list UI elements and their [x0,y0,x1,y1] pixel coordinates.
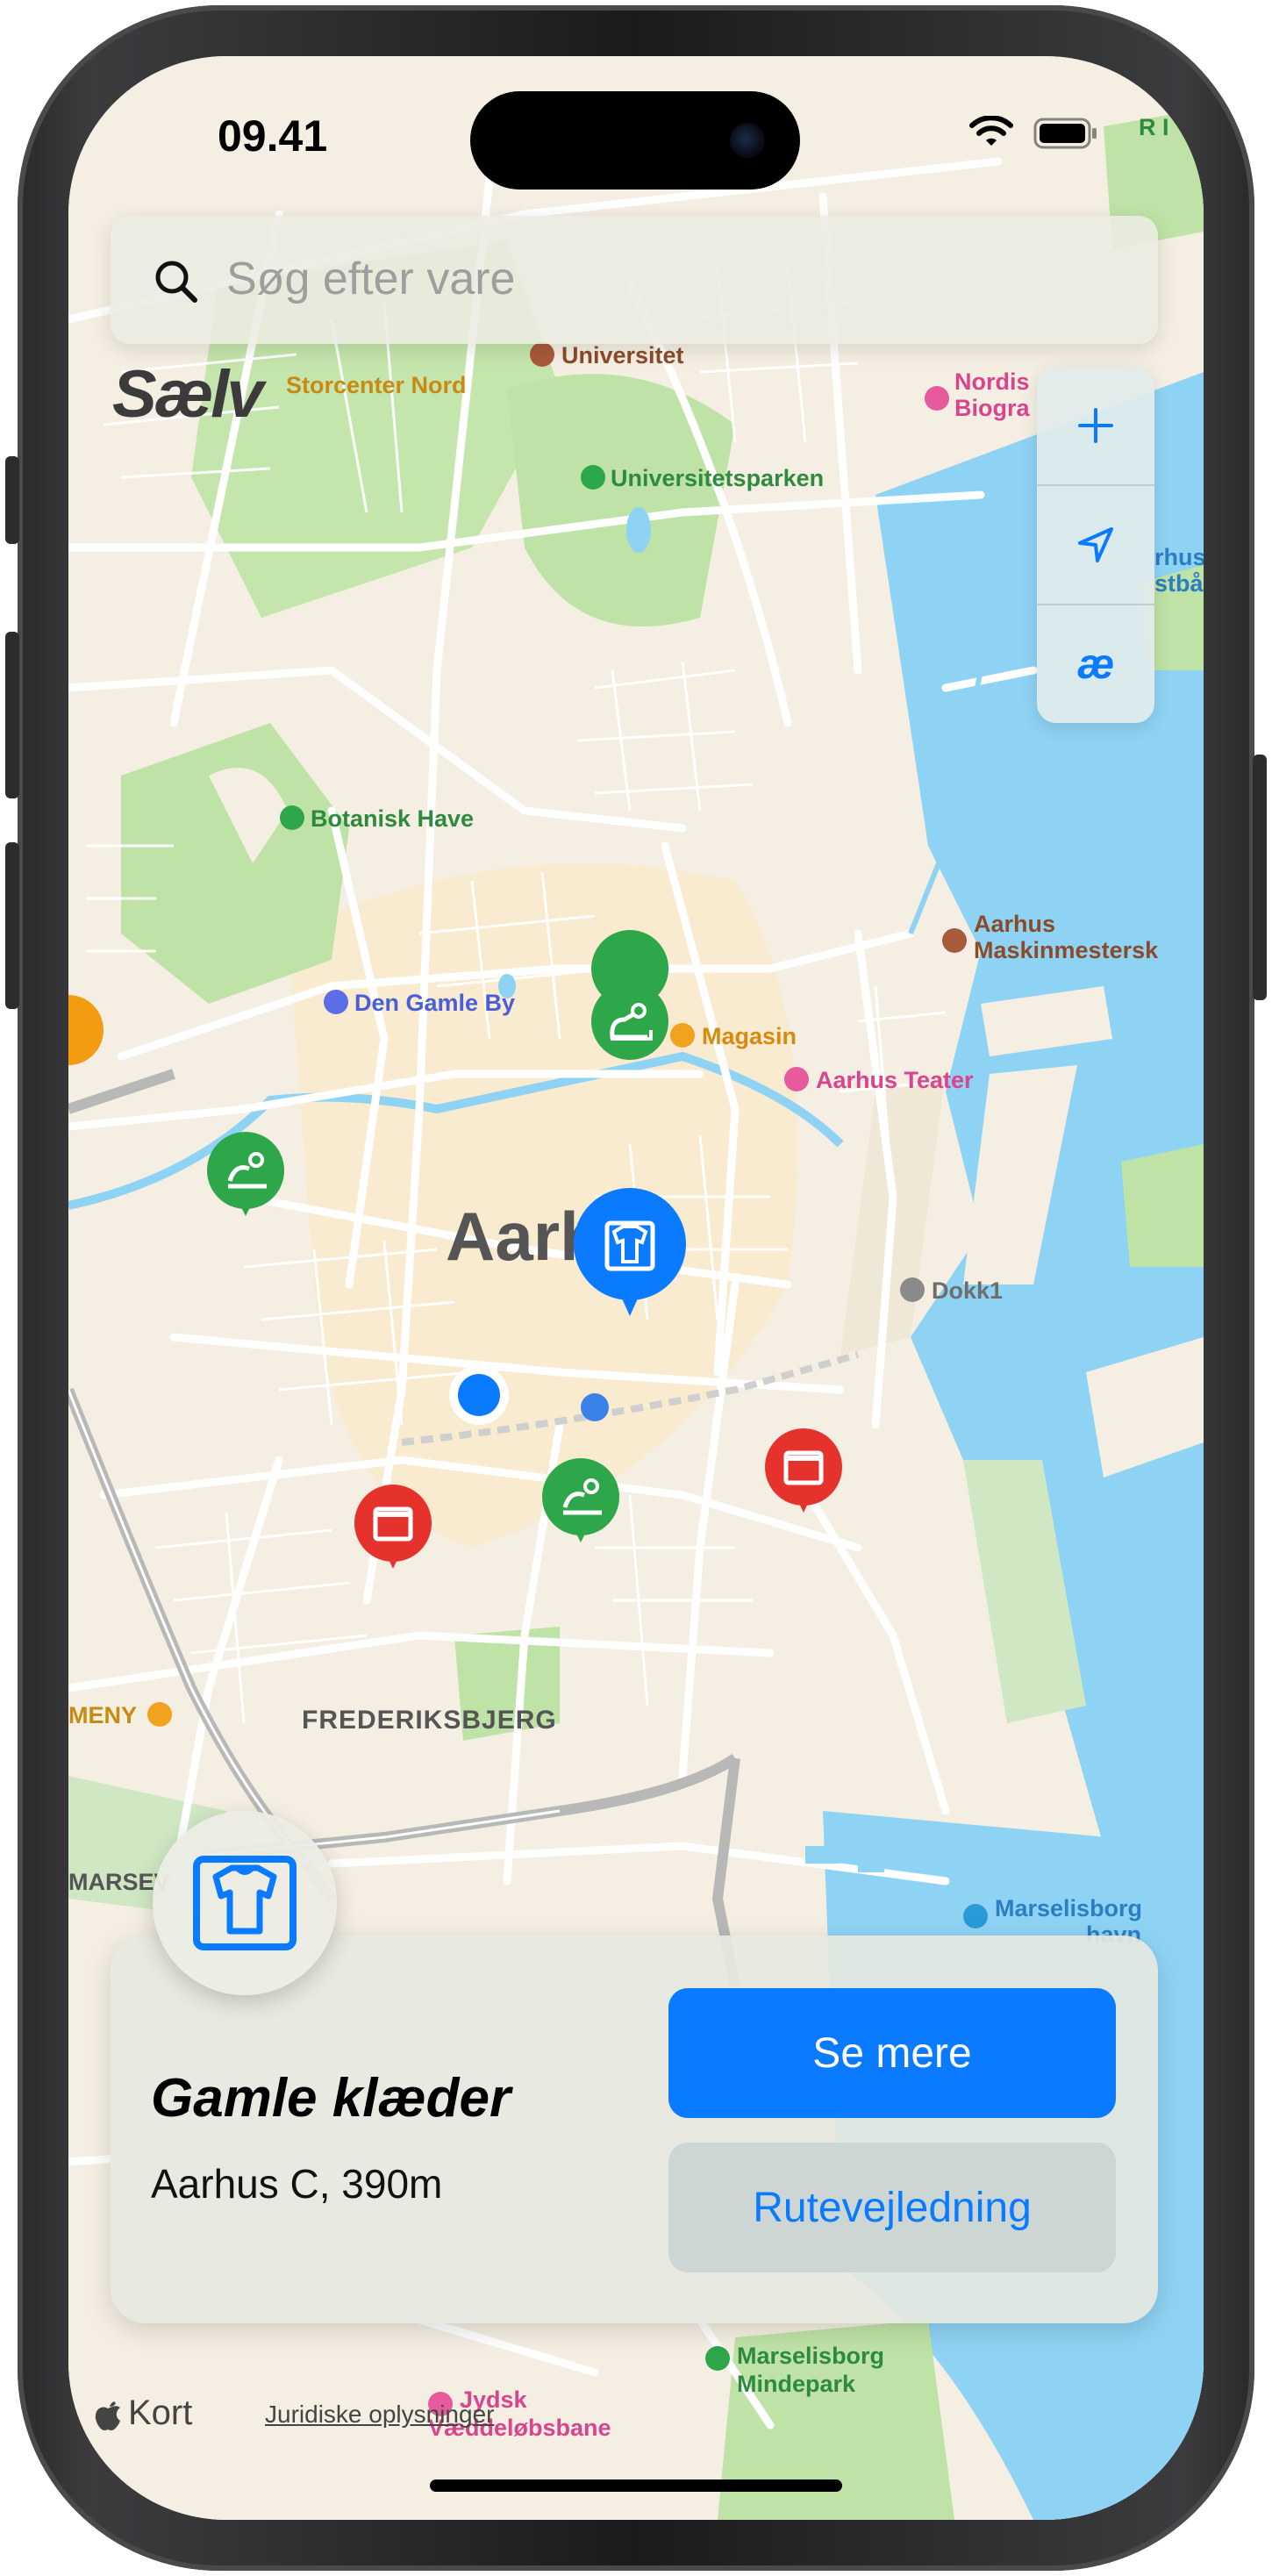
dynamic-island [470,91,800,190]
status-icons [968,116,1098,151]
search-input[interactable] [225,247,1105,311]
place-label-storcenter: Storcenter Nord [286,372,467,398]
item-location-distance: Aarhus C, 390m [151,2161,443,2207]
item-card[interactable]: Gamle klæder Aarhus C, 390m Se mere Rute… [111,1936,1158,2323]
place-label-aarhus-cut-2: stbå [1154,570,1204,597]
place-label-mindepark-2: Mindepark [737,2371,856,2397]
place-label-maskin-2: Maskinmestersk [974,937,1159,963]
status-time: 09.41 [218,111,328,161]
side-button-volume-up [5,632,19,798]
screen: Universitet Storcenter Nord Nordis Biogr… [68,56,1204,2520]
side-button-power [1253,755,1267,1000]
map-controls: æ [1037,367,1154,723]
brand-mode-label: æ [1076,640,1115,688]
place-label-universitetsparken: Universitetsparken [611,465,824,491]
place-label-universitet: Universitet [561,342,684,369]
item-title: Gamle klæder [151,2068,511,2129]
legal-info-link[interactable]: Juridiske oplysninger [265,2401,494,2429]
place-label-nordisk-1: Nordis [954,369,1030,395]
map-attribution: Kort Juridiske oplysninger [93,2394,494,2433]
home-indicator[interactable] [430,2479,842,2492]
see-more-button[interactable]: Se mere [668,1988,1116,2118]
search-icon [155,261,197,303]
search-bar[interactable] [111,216,1158,344]
place-label-den-gamle-by: Den Gamle By [354,990,515,1016]
location-arrow-icon [1078,527,1113,562]
apple-icon [95,2401,120,2430]
place-label-maskin-1: Aarhus [974,911,1055,937]
district-label: FREDERIKSBJERG [302,1706,557,1735]
wifi-icon [969,116,1013,146]
category-badge [153,1811,337,1995]
place-label-nordisk-2: Biogra [954,395,1030,421]
zoom-in-button[interactable] [1037,367,1154,484]
plus-icon [1078,408,1113,443]
side-button-volume-down [5,842,19,1009]
place-label-menu: MENY [68,1702,137,1728]
place-label-aarhus-cut-1: rhus [1154,544,1204,570]
place-label-ri: R I [1139,114,1169,140]
place-label-magasin: Magasin [702,1023,797,1049]
brand-mode-button[interactable]: æ [1037,605,1154,723]
t-shirt-icon [193,1856,297,1950]
locate-me-button[interactable] [1037,486,1154,604]
user-location-dot [449,1365,509,1425]
route-guidance-button[interactable]: Rutevejledning [668,2143,1116,2272]
place-label-aarhus-teater: Aarhus Teater [816,1067,974,1093]
place-label-dokk1: Dokk1 [932,1277,1003,1304]
camera-icon [730,123,765,158]
phone-frame: Universitet Storcenter Nord Nordis Biogr… [0,0,1272,2576]
place-label-botanisk-have: Botanisk Have [311,805,474,832]
place-label-mindepark-1: Marselisborg [737,2343,884,2369]
app-logo: Sælv [112,357,264,432]
place-label-marselisborg-havn-1: Marselisborg [995,1895,1142,1921]
battery-icon [1033,118,1097,149]
maps-brand-label: Kort [128,2394,193,2432]
side-button-action [5,456,19,544]
